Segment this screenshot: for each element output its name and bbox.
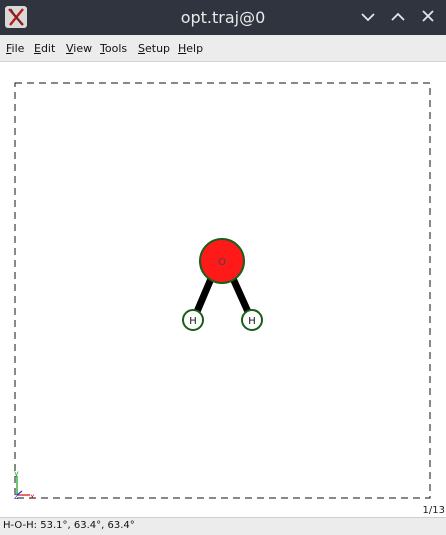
status-text: H-O-H: 53.1°, 63.4°, 63.4° xyxy=(3,520,135,531)
axes-indicator: x y z xyxy=(14,469,35,501)
menu-help[interactable]: Help xyxy=(178,35,203,61)
minimize-button[interactable] xyxy=(356,6,380,28)
atom-oxygen[interactable]: O xyxy=(199,238,245,284)
menu-edit[interactable]: Edit xyxy=(34,35,55,61)
maximize-button[interactable] xyxy=(386,6,410,28)
structure-canvas[interactable]: O H H x y z xyxy=(0,62,446,517)
atom-hydrogen-1[interactable]: H xyxy=(182,309,204,331)
title-bar: opt.traj@0 xyxy=(0,0,446,35)
status-bar: H-O-H: 53.1°, 63.4°, 63.4° xyxy=(0,517,446,535)
menu-bar: File Edit View Tools Setup Help xyxy=(0,35,446,62)
menu-view[interactable]: View xyxy=(66,35,92,61)
close-button[interactable] xyxy=(416,6,440,28)
atom-label-hydrogen-1: H xyxy=(189,316,197,327)
menu-tools[interactable]: Tools xyxy=(100,35,127,61)
menu-file[interactable]: File xyxy=(6,35,24,61)
chevron-down-icon xyxy=(361,13,375,22)
chevron-up-icon xyxy=(391,12,405,21)
unit-cell-box xyxy=(14,82,431,499)
svg-text:x: x xyxy=(30,492,35,501)
atom-hydrogen-2[interactable]: H xyxy=(241,309,263,331)
svg-text:y: y xyxy=(14,469,19,478)
atom-label-hydrogen-2: H xyxy=(248,316,256,327)
atom-label-oxygen: O xyxy=(218,257,226,268)
close-icon xyxy=(422,10,434,22)
menu-setup[interactable]: Setup xyxy=(138,35,170,61)
svg-text:z: z xyxy=(14,492,18,501)
frame-counter: 1/13 xyxy=(422,505,445,516)
